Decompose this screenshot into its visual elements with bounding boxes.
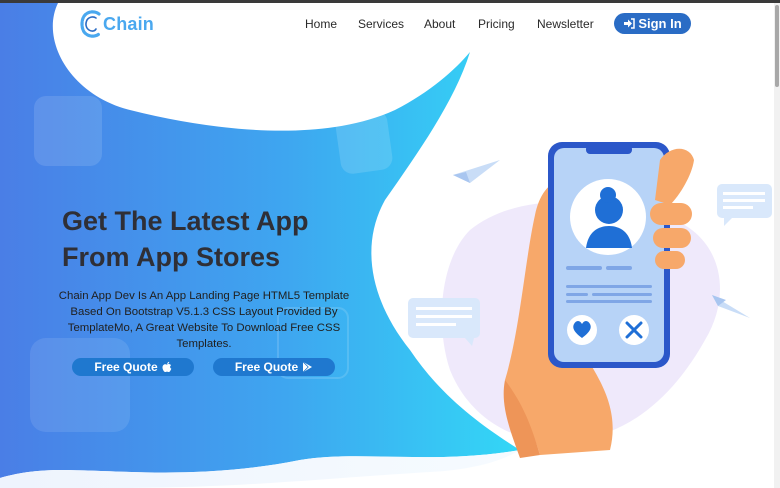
nav-item-about[interactable]: About bbox=[424, 17, 455, 31]
brand-logo[interactable]: Chain bbox=[80, 9, 154, 39]
nav-item-newsletter[interactable]: Newsletter bbox=[537, 17, 594, 31]
sign-in-icon bbox=[624, 18, 636, 29]
hero-headline-line2: From App Stores bbox=[62, 242, 281, 272]
sign-in-label: Sign In bbox=[638, 16, 682, 31]
hero-description: Chain App Dev Is An App Landing Page HTM… bbox=[58, 290, 350, 350]
scrollbar-thumb[interactable] bbox=[775, 5, 779, 87]
free-quote-play-label: Free Quote bbox=[234, 360, 299, 374]
hero-headline: Get The Latest App From App Stores bbox=[62, 203, 362, 275]
brand-name: Chain bbox=[103, 13, 155, 34]
nav-item-services[interactable]: Services bbox=[358, 17, 404, 31]
free-quote-apple-label: Free Quote bbox=[94, 360, 158, 374]
nav-item-pricing[interactable]: Pricing bbox=[478, 17, 515, 31]
nav-item-home[interactable]: Home bbox=[305, 17, 337, 31]
sign-in-button[interactable]: Sign In bbox=[614, 13, 691, 34]
hero-headline-line1: Get The Latest App bbox=[62, 206, 309, 236]
apple-icon bbox=[162, 361, 171, 372]
free-quote-play-button[interactable]: Free Quote bbox=[213, 358, 335, 376]
page-scrollbar[interactable] bbox=[774, 3, 780, 488]
play-store-icon bbox=[302, 361, 313, 373]
free-quote-apple-button[interactable]: Free Quote bbox=[72, 358, 194, 376]
chain-logo-icon bbox=[80, 10, 101, 38]
